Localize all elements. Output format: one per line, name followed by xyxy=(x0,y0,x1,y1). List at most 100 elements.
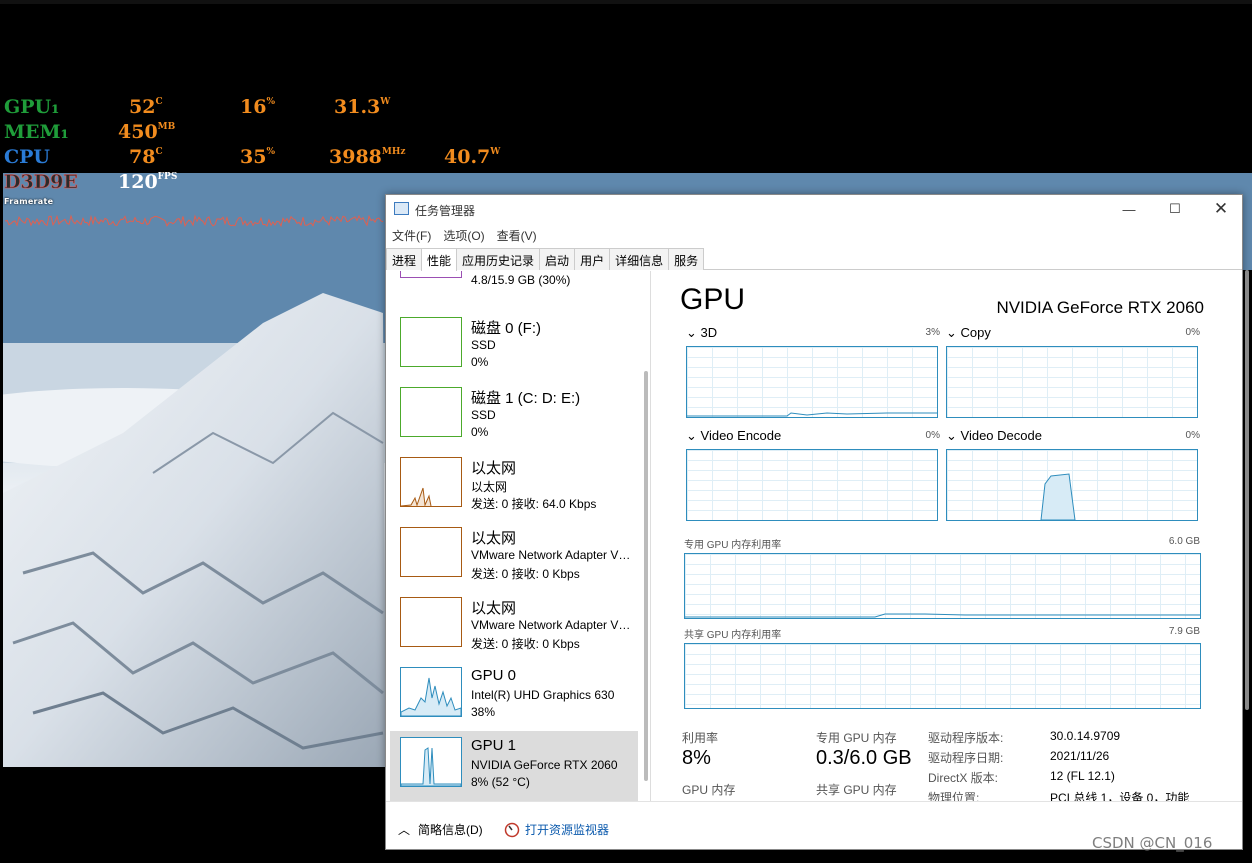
disk0-title: 磁盘 0 (F:) xyxy=(471,320,541,337)
osd-cpu-clock: 3988MHz xyxy=(329,146,406,168)
menu-bar: 文件(F) 选项(O) 查看(V) xyxy=(386,223,1242,245)
engine-decode-pct: 0% xyxy=(1185,430,1200,441)
list-item-disk1[interactable]: 磁盘 1 (C: D: E:) SSD 0% xyxy=(390,381,638,451)
ethernet1-thumbnail xyxy=(400,457,462,507)
menu-file[interactable]: 文件(F) xyxy=(386,223,437,245)
gpu1-title: GPU 1 xyxy=(471,737,517,754)
list-item-ethernet3[interactable]: 以太网 VMware Network Adapter VMnet8 发送: 0 … xyxy=(390,591,638,661)
minimize-button[interactable]: — xyxy=(1106,195,1152,223)
ethernet3-rate: 发送: 0 接收: 0 Kbps xyxy=(471,637,580,651)
engine-decode-area xyxy=(1040,473,1076,521)
gpu0-thumbnail xyxy=(400,667,462,717)
tab-details[interactable]: 详细信息 xyxy=(609,248,670,270)
ethernet1-title: 以太网 xyxy=(471,460,517,477)
window-title: 任务管理器 xyxy=(415,204,476,218)
maximize-icon: ☐ xyxy=(1169,201,1181,216)
disk1-title: 磁盘 1 (C: D: E:) xyxy=(471,390,581,407)
directx-version-value: 12 (FL 12.1) xyxy=(1050,769,1115,783)
maximize-button[interactable]: ☐ xyxy=(1152,195,1198,223)
shared-gpu-mem-label: 共享 GPU 内存 xyxy=(816,783,897,797)
dedicated-mem-label: 专用 GPU 内存利用率 xyxy=(684,540,782,551)
osd-mem-value: 450MB xyxy=(118,121,176,143)
disk1-type: SSD xyxy=(471,408,496,422)
memory-thumbnail xyxy=(400,271,462,278)
shared-mem-graph xyxy=(684,643,1201,709)
fewer-details-button[interactable]: ︿ 简略信息(D) xyxy=(398,821,483,838)
osd-cpu-power: 40.7W xyxy=(444,146,501,168)
resource-monitor-label: 打开资源监视器 xyxy=(525,823,610,837)
dedicated-gpu-mem-label: 专用 GPU 内存 xyxy=(816,731,897,745)
disk1-thumbnail xyxy=(400,387,462,437)
resource-list: 4.8/15.9 GB (30%) 磁盘 0 (F:) SSD 0% 磁盘 1 … xyxy=(386,271,651,801)
dedicated-gpu-mem-value: 0.3/6.0 GB xyxy=(816,747,912,769)
ethernet2-thumbnail xyxy=(400,527,462,577)
engine-3d-graph xyxy=(686,346,938,418)
list-item-ethernet1[interactable]: 以太网 以太网 发送: 0 接收: 64.0 Kbps xyxy=(390,451,638,521)
chevron-down-icon: ⌄ xyxy=(686,325,701,340)
utilization-value: 8% xyxy=(682,747,711,769)
gpu0-model: Intel(R) UHD Graphics 630 xyxy=(471,688,615,702)
gpu0-usage: 38% xyxy=(471,705,496,719)
engine-3d-selector[interactable]: ⌄ 3D xyxy=(686,325,717,341)
list-item-gpu1[interactable]: GPU 1 NVIDIA GeForce RTX 2060 8% (52 °C) xyxy=(390,731,638,801)
utilization-label: 利用率 xyxy=(682,731,719,745)
osd-mem-label: MEM₁ xyxy=(4,121,69,143)
page-scrollbar[interactable] xyxy=(1243,270,1252,770)
page-scrollbar-thumb[interactable] xyxy=(1245,270,1249,710)
menu-options[interactable]: 选项(O) xyxy=(437,223,490,245)
close-icon: ✕ xyxy=(1213,199,1229,218)
chevron-down-icon: ⌄ xyxy=(686,428,701,443)
screen: GPU₁ 52C 16% 31.3W MEM₁ 450MB CPU 78C 35… xyxy=(0,0,1252,863)
osd-framerate-graph xyxy=(5,214,384,228)
tab-startup[interactable]: 启动 xyxy=(539,248,576,270)
engine-decode-graph xyxy=(946,449,1198,521)
ethernet1-sparkline xyxy=(400,487,432,507)
driver-date-label: 驱动程序日期: xyxy=(928,751,1004,765)
engine-encode-selector[interactable]: ⌄ Video Encode xyxy=(686,428,781,444)
physical-location-label: 物理位置: xyxy=(928,791,980,801)
list-item-ethernet2[interactable]: 以太网 VMware Network Adapter VMnet1 发送: 0 … xyxy=(390,521,638,591)
gpu1-sparkline xyxy=(400,747,462,787)
tab-processes[interactable]: 进程 xyxy=(386,248,423,270)
ethernet3-thumbnail xyxy=(400,597,462,647)
engine-3d-pct: 3% xyxy=(925,327,940,338)
gpu1-thumbnail xyxy=(400,737,462,787)
osd-fps: 120FPS xyxy=(118,171,178,193)
dedicated-mem-graph xyxy=(684,553,1201,619)
gpu-mem-label: GPU 内存 xyxy=(682,783,736,797)
gpu1-model: NVIDIA GeForce RTX 2060 xyxy=(471,758,618,772)
resource-monitor-icon xyxy=(504,822,520,837)
tab-app-history[interactable]: 应用历史记录 xyxy=(456,248,541,270)
shared-mem-label: 共享 GPU 内存利用率 xyxy=(684,630,782,641)
gpu0-sparkline xyxy=(400,677,462,717)
tab-services[interactable]: 服务 xyxy=(668,248,705,270)
menu-view[interactable]: 查看(V) xyxy=(491,223,543,245)
chevron-down-icon: ⌄ xyxy=(946,428,961,443)
task-manager-icon xyxy=(394,202,409,215)
disk1-value: 0% xyxy=(471,425,489,439)
gpu1-usage: 8% (52 °C) xyxy=(471,775,530,789)
osd-gpu-label: GPU₁ xyxy=(4,96,60,118)
chevron-down-icon: ⌄ xyxy=(946,325,961,340)
gpu-detail-panel: GPU NVIDIA GeForce RTX 2060 ⌄ 3D 3% ⌄ Co… xyxy=(656,271,1242,801)
list-scrollbar[interactable] xyxy=(644,371,648,781)
engine-decode-selector[interactable]: ⌄ Video Decode xyxy=(946,428,1042,444)
osd-gpu-temp: 52C xyxy=(129,96,163,118)
list-item-gpu0[interactable]: GPU 0 Intel(R) UHD Graphics 630 38% xyxy=(390,661,638,731)
title-bar[interactable]: 任务管理器 — ☐ ✕ xyxy=(386,195,1242,223)
driver-date-value: 2021/11/26 xyxy=(1050,749,1110,763)
fewer-details-label: 简略信息(D) xyxy=(418,823,483,837)
ethernet2-rate: 发送: 0 接收: 0 Kbps xyxy=(471,567,580,581)
driver-version-label: 驱动程序版本: xyxy=(928,731,1004,745)
list-item-disk0[interactable]: 磁盘 0 (F:) SSD 0% xyxy=(390,311,638,381)
top-strip xyxy=(0,0,1252,4)
open-resource-monitor-link[interactable]: 打开资源监视器 xyxy=(504,821,609,838)
osd-cpu-load: 35% xyxy=(240,146,276,168)
chevron-up-icon: ︿ xyxy=(398,823,411,837)
tab-users[interactable]: 用户 xyxy=(574,248,611,270)
engine-copy-selector[interactable]: ⌄ Copy xyxy=(946,325,991,341)
close-button[interactable]: ✕ xyxy=(1198,195,1242,223)
list-item-memory[interactable]: 4.8/15.9 GB (30%) xyxy=(390,271,638,291)
tab-performance[interactable]: 性能 xyxy=(421,248,458,271)
watermark: CSDN @CN_016 xyxy=(1092,834,1213,852)
